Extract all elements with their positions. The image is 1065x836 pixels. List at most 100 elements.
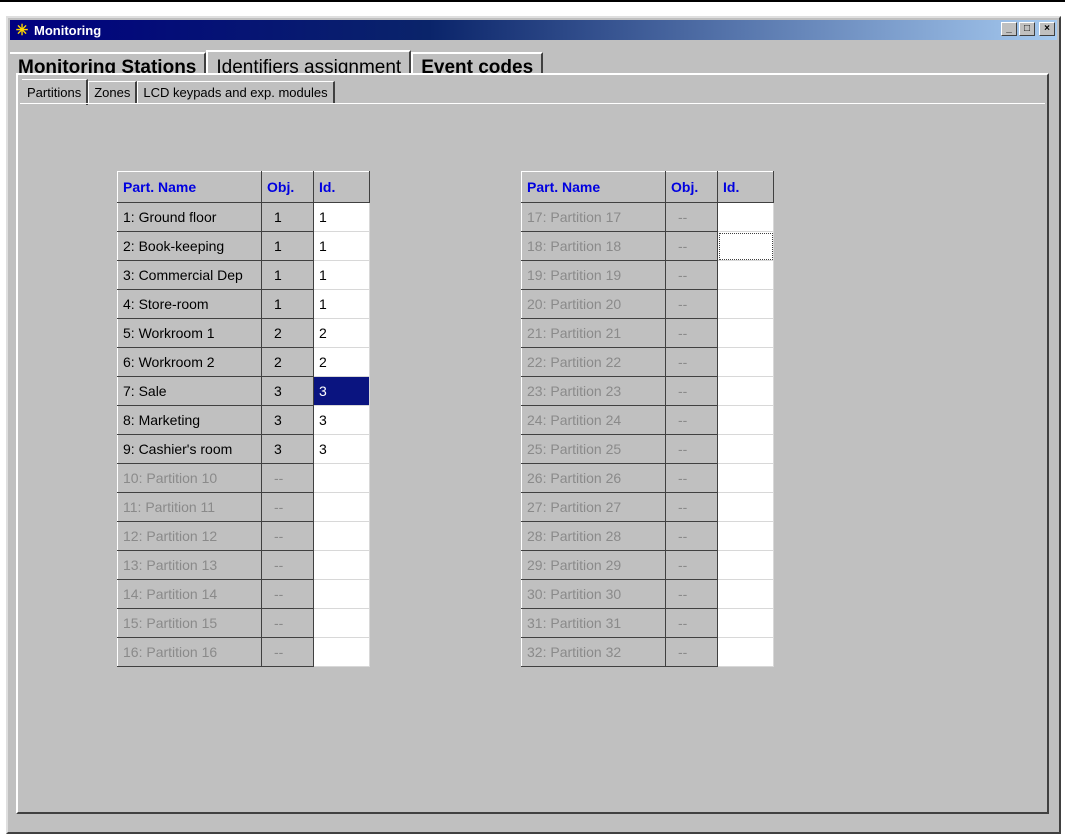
identifier-input-cell[interactable] bbox=[717, 231, 774, 261]
table-row[interactable]: 24: Partition 24 -- bbox=[521, 405, 774, 435]
object-cell: -- bbox=[665, 405, 718, 435]
table-row[interactable]: 9: Cashier's room 3 3 bbox=[117, 434, 370, 464]
object-cell: -- bbox=[261, 492, 314, 522]
table-row[interactable]: 8: Marketing 3 3 bbox=[117, 405, 370, 435]
partition-name-cell: 20: Partition 20 bbox=[521, 289, 666, 319]
identifier-input-cell[interactable]: 1 bbox=[313, 231, 370, 261]
partition-name-cell: 5: Workroom 1 bbox=[117, 318, 262, 348]
object-cell: -- bbox=[665, 231, 718, 261]
identifier-input-cell[interactable] bbox=[717, 289, 774, 319]
identifier-input-cell[interactable] bbox=[313, 579, 370, 609]
table-row[interactable]: 16: Partition 16 -- bbox=[117, 637, 370, 667]
table-row[interactable]: 13: Partition 13 -- bbox=[117, 550, 370, 580]
table-row[interactable]: 31: Partition 31 -- bbox=[521, 608, 774, 638]
table-row[interactable]: 22: Partition 22 -- bbox=[521, 347, 774, 377]
table-row[interactable]: 18: Partition 18 -- bbox=[521, 231, 774, 261]
maximize-button[interactable]: □ bbox=[1019, 22, 1035, 36]
table-row[interactable]: 27: Partition 27 -- bbox=[521, 492, 774, 522]
table-row[interactable]: 1: Ground floor 1 1 bbox=[117, 202, 370, 232]
table-row[interactable]: 12: Partition 12 -- bbox=[117, 521, 370, 551]
identifier-input-cell[interactable] bbox=[717, 550, 774, 580]
identifier-input-cell[interactable] bbox=[717, 376, 774, 406]
tab-lcd-keypads[interactable]: LCD keypads and exp. modules bbox=[137, 81, 335, 103]
partition-name-cell: 22: Partition 22 bbox=[521, 347, 666, 377]
table-row[interactable]: 26: Partition 26 -- bbox=[521, 463, 774, 493]
partition-name-cell: 3: Commercial Dep bbox=[117, 260, 262, 290]
asterisk-icon: ✳ bbox=[15, 21, 29, 39]
identifier-input-cell[interactable]: 1 bbox=[313, 289, 370, 319]
identifier-input-cell[interactable]: 2 bbox=[313, 347, 370, 377]
identifier-input-cell[interactable] bbox=[717, 260, 774, 290]
column-header-id[interactable]: Id. bbox=[313, 171, 370, 203]
table-row[interactable]: 23: Partition 23 -- bbox=[521, 376, 774, 406]
partition-name-cell: 31: Partition 31 bbox=[521, 608, 666, 638]
column-header-obj[interactable]: Obj. bbox=[665, 171, 718, 203]
partition-name-cell: 1: Ground floor bbox=[117, 202, 262, 232]
table-row[interactable]: 32: Partition 32 -- bbox=[521, 637, 774, 667]
object-cell: 3 bbox=[261, 405, 314, 435]
table-row[interactable]: 7: Sale 3 3 bbox=[117, 376, 370, 406]
identifier-input-cell[interactable] bbox=[717, 608, 774, 638]
table-row[interactable]: 19: Partition 19 -- bbox=[521, 260, 774, 290]
object-cell: -- bbox=[665, 521, 718, 551]
identifier-input-cell[interactable] bbox=[717, 579, 774, 609]
identifier-input-cell[interactable] bbox=[313, 492, 370, 522]
identifier-input-cell[interactable] bbox=[717, 521, 774, 551]
table-row[interactable]: 4: Store-room 1 1 bbox=[117, 289, 370, 319]
table-row[interactable]: 25: Partition 25 -- bbox=[521, 434, 774, 464]
identifier-input-cell[interactable]: 1 bbox=[313, 202, 370, 232]
identifier-input-cell[interactable] bbox=[313, 463, 370, 493]
identifier-input-cell[interactable]: 1 bbox=[313, 260, 370, 290]
partition-name-cell: 14: Partition 14 bbox=[117, 579, 262, 609]
partition-name-cell: 10: Partition 10 bbox=[117, 463, 262, 493]
identifier-input-cell[interactable] bbox=[313, 608, 370, 638]
table-row[interactable]: 28: Partition 28 -- bbox=[521, 521, 774, 551]
table-row[interactable]: 5: Workroom 122 bbox=[117, 318, 370, 348]
identifier-input-cell[interactable] bbox=[717, 492, 774, 522]
tab-zones[interactable]: Zones bbox=[88, 81, 138, 103]
partition-name-cell: 16: Partition 16 bbox=[117, 637, 262, 667]
identifier-input-cell[interactable] bbox=[717, 202, 774, 232]
minimize-button[interactable]: _ bbox=[1001, 22, 1017, 36]
close-button[interactable]: × bbox=[1039, 22, 1055, 36]
identifier-input-cell[interactable] bbox=[717, 463, 774, 493]
object-cell: 3 bbox=[261, 434, 314, 464]
partition-name-cell: 4: Store-room bbox=[117, 289, 262, 319]
column-header-id[interactable]: Id. bbox=[717, 171, 774, 203]
identifier-input-cell[interactable]: 3 bbox=[313, 434, 370, 464]
table-row[interactable]: 17: Partition 17 -- bbox=[521, 202, 774, 232]
column-header-obj[interactable]: Obj. bbox=[261, 171, 314, 203]
identifier-input-cell[interactable] bbox=[717, 434, 774, 464]
table-row[interactable]: 30: Partition 30 -- bbox=[521, 579, 774, 609]
table-row[interactable]: 11: Partition 11 -- bbox=[117, 492, 370, 522]
table-row[interactable]: 21: Partition 21 -- bbox=[521, 318, 774, 348]
tab-partitions[interactable]: Partitions bbox=[22, 79, 89, 105]
table-row[interactable]: 29: Partition 29 -- bbox=[521, 550, 774, 580]
column-header-name[interactable]: Part. Name bbox=[521, 171, 666, 203]
partition-name-cell: 18: Partition 18 bbox=[521, 231, 666, 261]
identifier-input-cell[interactable]: 3 bbox=[313, 405, 370, 435]
partition-name-cell: 6: Workroom 2 bbox=[117, 347, 262, 377]
identifier-input-cell[interactable] bbox=[313, 521, 370, 551]
table-row[interactable]: 20: Partition 20 -- bbox=[521, 289, 774, 319]
partition-name-cell: 8: Marketing bbox=[117, 405, 262, 435]
title-bar[interactable]: ✳ Monitoring _ □ × bbox=[10, 20, 1057, 40]
object-cell: -- bbox=[665, 579, 718, 609]
identifier-input-cell[interactable] bbox=[717, 347, 774, 377]
partitions-grid-right: Part. Name Obj. Id. 17: Partition 17 -- 18… bbox=[521, 171, 774, 667]
table-row[interactable]: 3: Commercial Dep 1 1 bbox=[117, 260, 370, 290]
object-cell: -- bbox=[665, 637, 718, 667]
table-row[interactable]: 2: Book-keeping 1 1 bbox=[117, 231, 370, 261]
table-row[interactable]: 14: Partition 14 -- bbox=[117, 579, 370, 609]
identifier-input-cell[interactable] bbox=[717, 405, 774, 435]
identifier-input-cell[interactable] bbox=[717, 318, 774, 348]
table-row[interactable]: 10: Partition 10 -- bbox=[117, 463, 370, 493]
table-row[interactable]: 6: Workroom 222 bbox=[117, 347, 370, 377]
identifier-input-cell[interactable] bbox=[313, 637, 370, 667]
identifier-input-cell[interactable]: 3 bbox=[313, 376, 370, 406]
identifier-input-cell[interactable]: 2 bbox=[313, 318, 370, 348]
column-header-name[interactable]: Part. Name bbox=[117, 171, 262, 203]
identifier-input-cell[interactable] bbox=[717, 637, 774, 667]
table-row[interactable]: 15: Partition 15 -- bbox=[117, 608, 370, 638]
identifier-input-cell[interactable] bbox=[313, 550, 370, 580]
